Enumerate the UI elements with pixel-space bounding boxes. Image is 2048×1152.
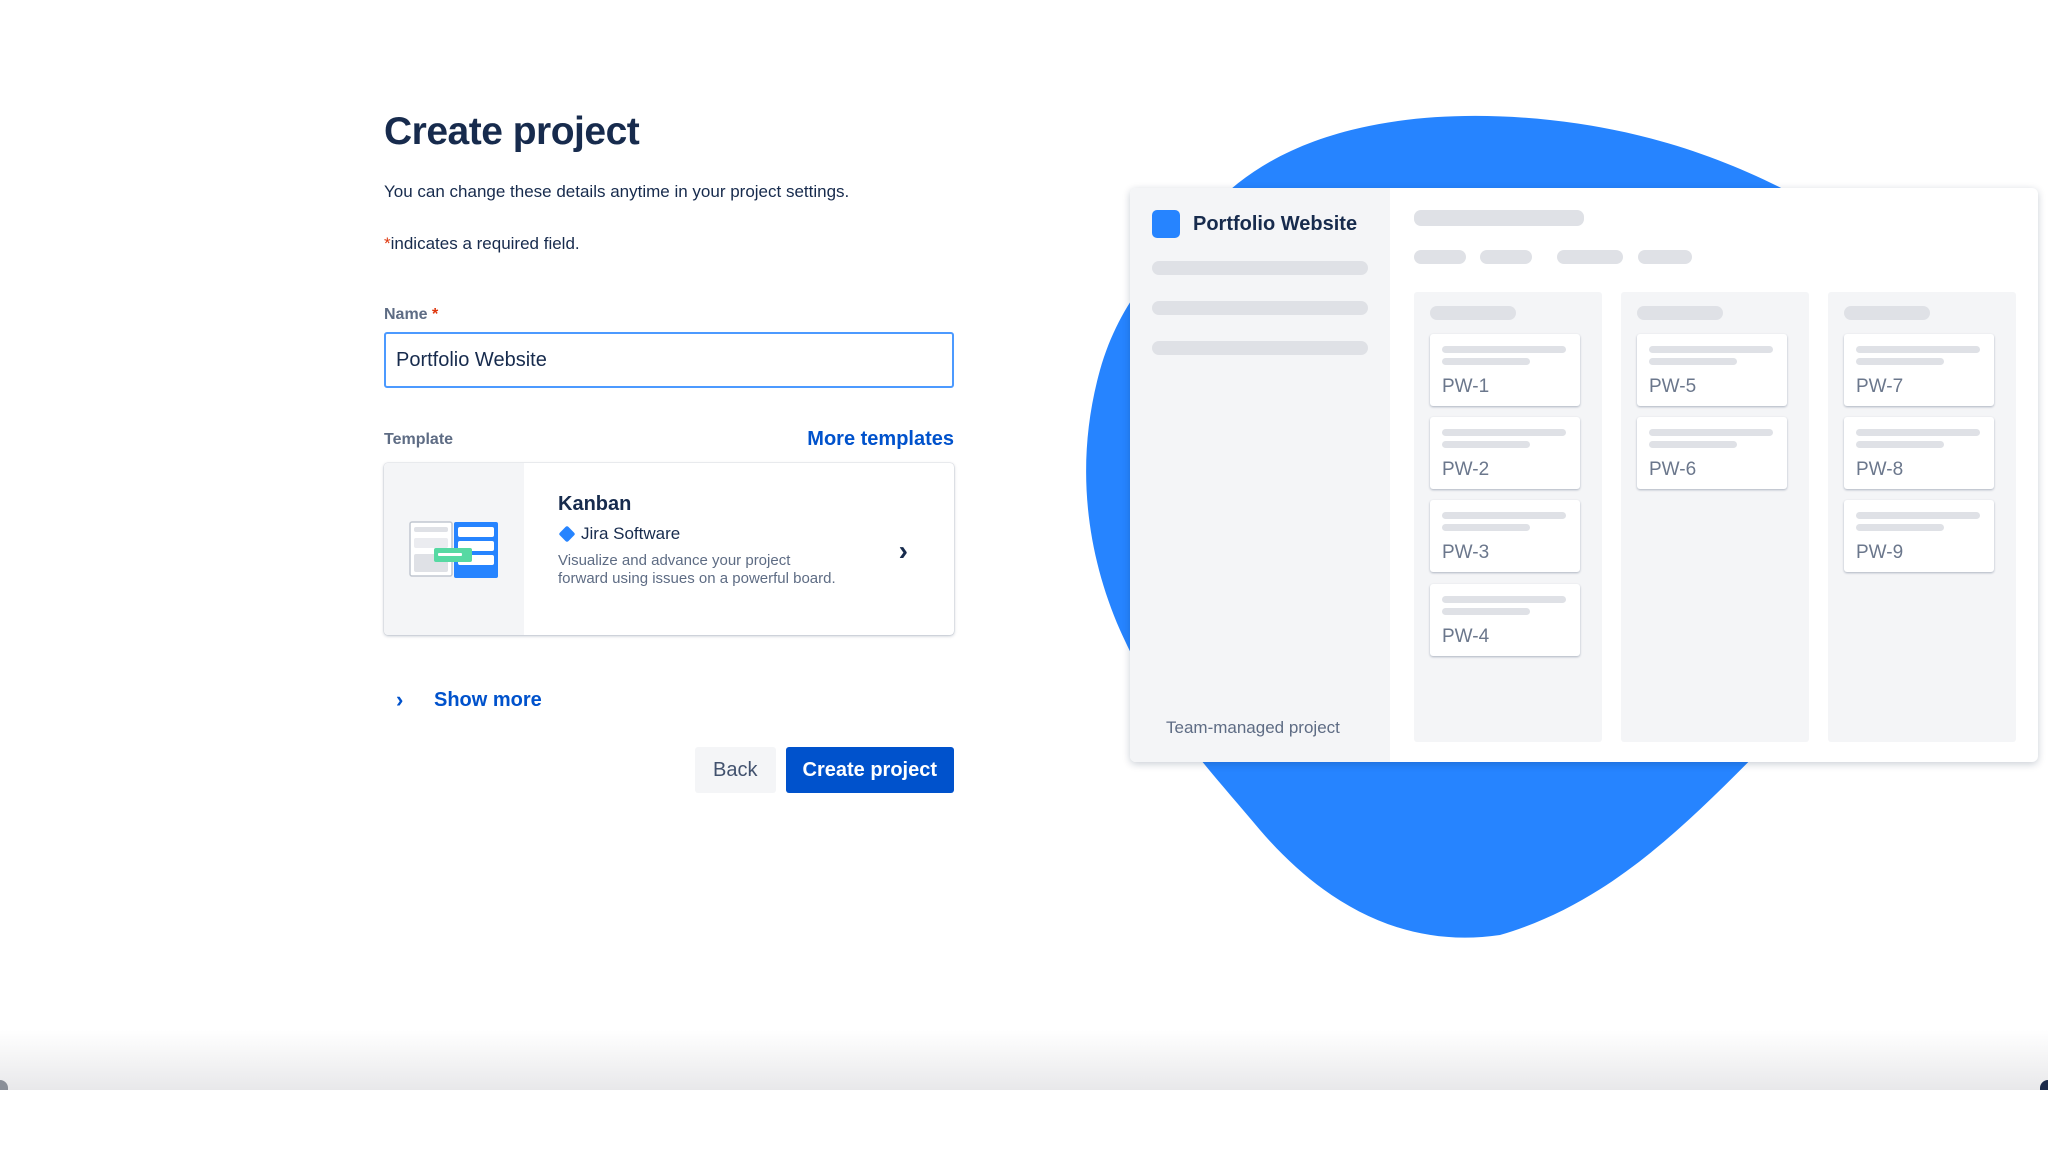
- skeleton-line: [1414, 210, 1584, 226]
- project-avatar-icon: [1152, 210, 1180, 238]
- skeleton-line: [1152, 261, 1368, 275]
- issue-key: PW-4: [1442, 626, 1490, 647]
- template-header: Template More templates: [384, 428, 954, 451]
- project-preview: Portfolio Website Team-managed project P…: [1130, 188, 2038, 762]
- skeleton-pill: [1557, 250, 1623, 264]
- issue-key: PW-7: [1856, 376, 1904, 397]
- required-star: *: [384, 234, 391, 253]
- kanban-thumbnail-icon: [384, 463, 524, 635]
- issue-key: PW-8: [1856, 459, 1904, 480]
- board-column: PW-7 PW-8 PW-9: [1828, 292, 2016, 742]
- required-note: *indicates a required field.: [384, 234, 954, 254]
- template-description: Visualize and advance your project forwa…: [558, 552, 836, 587]
- kanban-board-icon: [409, 521, 498, 578]
- skeleton-line: [1152, 341, 1368, 355]
- skeleton-pill: [1480, 250, 1532, 264]
- name-label: Name *: [384, 306, 954, 324]
- jira-diamond-icon: [558, 525, 576, 543]
- issue-key: PW-6: [1649, 459, 1697, 480]
- create-project-form: Create project You can change these deta…: [384, 110, 954, 793]
- show-more-label: Show more: [434, 688, 542, 711]
- chevron-right-icon: ›: [898, 535, 908, 566]
- preview-project-header: Portfolio Website: [1152, 210, 1357, 238]
- issue-card: PW-4: [1430, 584, 1580, 656]
- name-input[interactable]: [384, 332, 954, 388]
- bottom-area: [0, 1090, 2048, 1152]
- required-note-text: indicates a required field.: [390, 234, 580, 253]
- skeleton-line: [1152, 301, 1368, 315]
- preview-project-name: Portfolio Website: [1193, 212, 1358, 235]
- template-label: Template: [384, 430, 454, 448]
- skeleton-pill: [1638, 250, 1692, 264]
- required-star: *: [432, 306, 439, 323]
- page-subtitle: You can change these details anytime in …: [384, 182, 850, 201]
- issue-card: PW-1: [1430, 334, 1580, 406]
- chevron-right-icon: ›: [396, 687, 404, 712]
- issue-card: PW-2: [1430, 417, 1580, 489]
- template-product-name: Jira Software: [581, 524, 681, 543]
- back-button[interactable]: Back: [695, 747, 776, 793]
- more-templates-link[interactable]: More templates: [807, 428, 954, 451]
- issue-key: PW-5: [1649, 376, 1697, 397]
- issue-key: PW-2: [1442, 459, 1490, 480]
- board-column: PW-5 PW-6: [1621, 292, 1809, 742]
- column-header-skeleton: [1430, 306, 1516, 320]
- template-name: Kanban: [558, 493, 632, 515]
- issue-card: PW-5: [1637, 334, 1787, 406]
- issue-card: PW-9: [1844, 500, 1994, 572]
- issue-card: PW-6: [1637, 417, 1787, 489]
- column-header-skeleton: [1637, 306, 1723, 320]
- template-card-kanban[interactable]: Kanban Jira Software Visualize and advan…: [384, 463, 954, 635]
- preview-footer: Team-managed project: [1166, 718, 1340, 737]
- page-title: Create project: [384, 110, 640, 153]
- bottom-shadow: [0, 1030, 2048, 1090]
- issue-card: PW-7: [1844, 334, 1994, 406]
- create-project-button[interactable]: Create project: [785, 747, 954, 793]
- preview-sidebar: Portfolio Website Team-managed project: [1130, 188, 1390, 762]
- issue-card: PW-8: [1844, 417, 1994, 489]
- board-column: PW-1 PW-2 PW-3 PW-4: [1414, 292, 1602, 742]
- issue-key: PW-3: [1442, 542, 1490, 563]
- template-product: Jira Software: [558, 524, 844, 544]
- app-window: Portfolio Website Team-managed project P…: [0, 0, 2048, 1152]
- template-body: Kanban Jira Software Visualize and advan…: [524, 463, 844, 635]
- form-actions: Back Create project: [384, 747, 954, 793]
- name-label-text: Name: [384, 306, 428, 323]
- show-more-toggle[interactable]: › Show more: [384, 687, 954, 713]
- issue-card: PW-3: [1430, 500, 1580, 572]
- column-header-skeleton: [1844, 306, 1930, 320]
- issue-key: PW-9: [1856, 542, 1904, 563]
- issue-key: PW-1: [1442, 376, 1490, 397]
- skeleton-pill: [1414, 250, 1466, 264]
